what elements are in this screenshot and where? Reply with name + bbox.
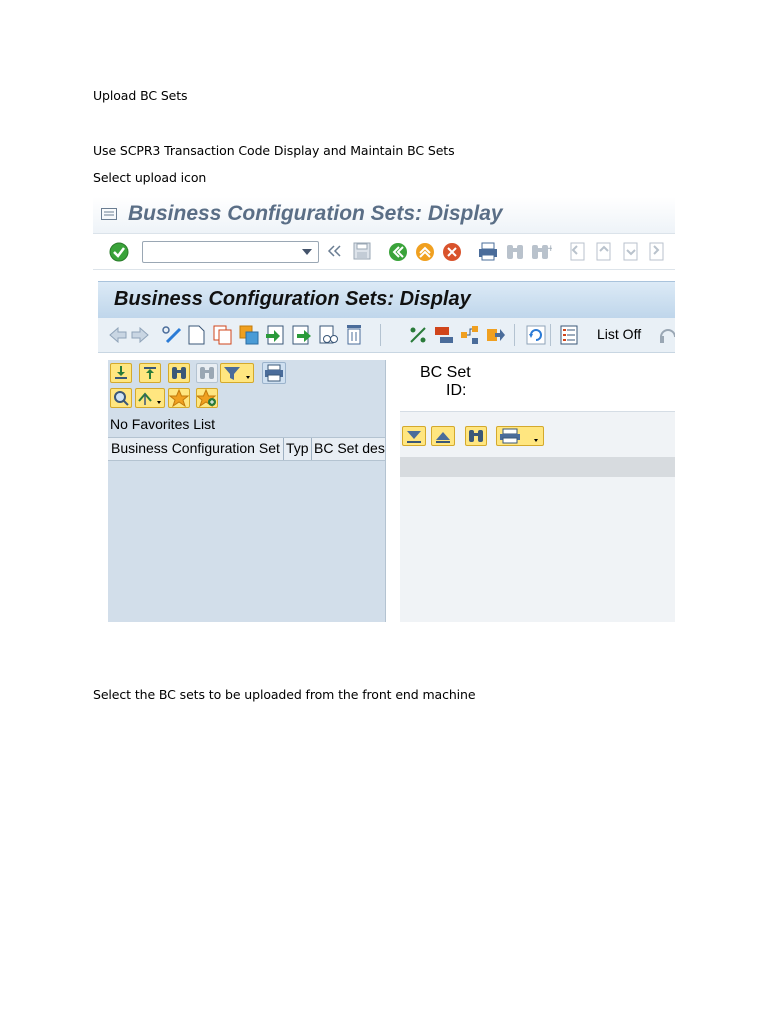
column-header-description[interactable]: BC Set desc [314, 440, 385, 456]
expand-subtree-button[interactable] [135, 388, 165, 408]
sap-screenshot: Business Configuration Sets: Display + B… [93, 197, 675, 622]
chevron-down-icon[interactable] [302, 249, 312, 255]
find-icon [469, 430, 483, 442]
page-title: Business Configuration Sets: Display [114, 288, 471, 310]
back-icon[interactable] [388, 242, 408, 262]
toolbar-separator [514, 324, 515, 346]
save-icon[interactable] [353, 242, 371, 260]
star-icon [168, 388, 190, 408]
print-menu-button[interactable] [496, 426, 544, 446]
exit-icon[interactable] [415, 242, 435, 262]
zoom-button[interactable] [110, 388, 132, 408]
svg-text:+: + [547, 244, 552, 254]
next-page-icon[interactable] [620, 242, 640, 261]
print-icon [500, 428, 538, 444]
filter-icon [224, 367, 250, 380]
expand-all-button[interactable] [110, 363, 132, 383]
delete-icon[interactable] [344, 324, 364, 345]
list-icon[interactable] [560, 325, 578, 345]
compare-icon[interactable] [239, 325, 259, 345]
find-button[interactable] [465, 426, 487, 446]
menu-icon[interactable] [101, 208, 117, 220]
expand-node-button[interactable] [402, 426, 426, 446]
doc-instruction-select-bc-sets: Select the BC sets to be uploaded from t… [93, 687, 476, 702]
import-icon[interactable] [265, 325, 285, 345]
command-field[interactable] [142, 241, 319, 263]
enter-check-icon[interactable] [109, 242, 129, 262]
toolbar-separator [380, 324, 381, 346]
doc-heading: Upload BC Sets [93, 88, 188, 103]
collapse-all-button[interactable] [139, 363, 161, 383]
help-icon[interactable] [658, 325, 675, 345]
print-icon[interactable] [478, 242, 498, 261]
hierarchy-icon[interactable] [434, 325, 454, 345]
star-add-icon [195, 388, 217, 408]
window-title-bar: Business Configuration Sets: Display [93, 197, 675, 234]
toolbar-separator [550, 324, 551, 346]
column-separator[interactable] [283, 438, 284, 460]
collapse-all-icon [144, 367, 156, 379]
column-header-bc-set[interactable]: Business Configuration Set [111, 440, 280, 456]
refresh-icon[interactable] [526, 325, 546, 345]
glasses-icon[interactable] [319, 325, 339, 345]
window-title: Business Configuration Sets: Display [128, 202, 503, 225]
find-next-icon [200, 367, 214, 379]
cancel-icon[interactable] [442, 242, 462, 262]
new-favorite-button[interactable] [195, 388, 218, 408]
expand-node-icon [407, 431, 421, 443]
find-icon [172, 367, 186, 379]
collapse-node-icon [436, 432, 450, 443]
transport-icon[interactable] [460, 325, 480, 345]
no-favorites-label: No Favorites List [110, 416, 216, 432]
double-chevron-left-icon[interactable] [327, 245, 341, 257]
display-change-icon[interactable] [161, 325, 183, 345]
magnifier-icon [114, 391, 129, 406]
doc-instruction-transaction: Use SCPR3 Transaction Code Display and M… [93, 143, 455, 158]
arrow-right-icon[interactable] [131, 327, 149, 343]
find-icon[interactable] [505, 242, 525, 261]
percent-icon[interactable] [408, 325, 428, 345]
collapse-node-button[interactable] [431, 426, 455, 446]
first-page-icon[interactable] [567, 242, 587, 261]
add-favorite-button[interactable] [168, 388, 190, 408]
upload-icon[interactable] [292, 325, 312, 345]
create-icon[interactable] [188, 325, 205, 345]
expand-all-icon [115, 366, 127, 379]
print-button[interactable] [262, 362, 286, 384]
arrow-left-icon[interactable] [109, 327, 127, 343]
application-toolbar: List Off [98, 318, 675, 353]
last-page-icon[interactable] [646, 242, 666, 261]
tree-expand-icon [138, 392, 161, 405]
favorites-pane: No Favorites List Business Configuration… [108, 360, 386, 622]
detail-pane: BC Set ID: [400, 360, 675, 622]
column-separator[interactable] [311, 438, 312, 460]
filter-button[interactable] [220, 363, 254, 383]
export-icon[interactable] [486, 325, 506, 345]
bc-set-id-panel: BC Set ID: [400, 360, 675, 412]
previous-page-icon[interactable] [593, 242, 613, 261]
find-next-icon[interactable]: + [530, 242, 552, 261]
column-header-type[interactable]: Typ [286, 440, 309, 456]
system-toolbar: + [93, 235, 675, 270]
list-off-button[interactable]: List Off [597, 326, 641, 342]
find-next-button[interactable] [196, 363, 218, 383]
doc-instruction-upload-icon: Select upload icon [93, 170, 207, 185]
find-button[interactable] [168, 363, 190, 383]
print-icon [265, 364, 283, 382]
column-header-row: Business Configuration Set Typ BC Set de… [108, 437, 385, 461]
bc-set-label: BC Set [420, 364, 471, 381]
bc-set-id-label: ID: [446, 382, 467, 399]
copy-icon[interactable] [213, 325, 233, 345]
app-title-bar: Business Configuration Sets: Display [98, 281, 675, 318]
detail-grid-header [400, 457, 675, 477]
